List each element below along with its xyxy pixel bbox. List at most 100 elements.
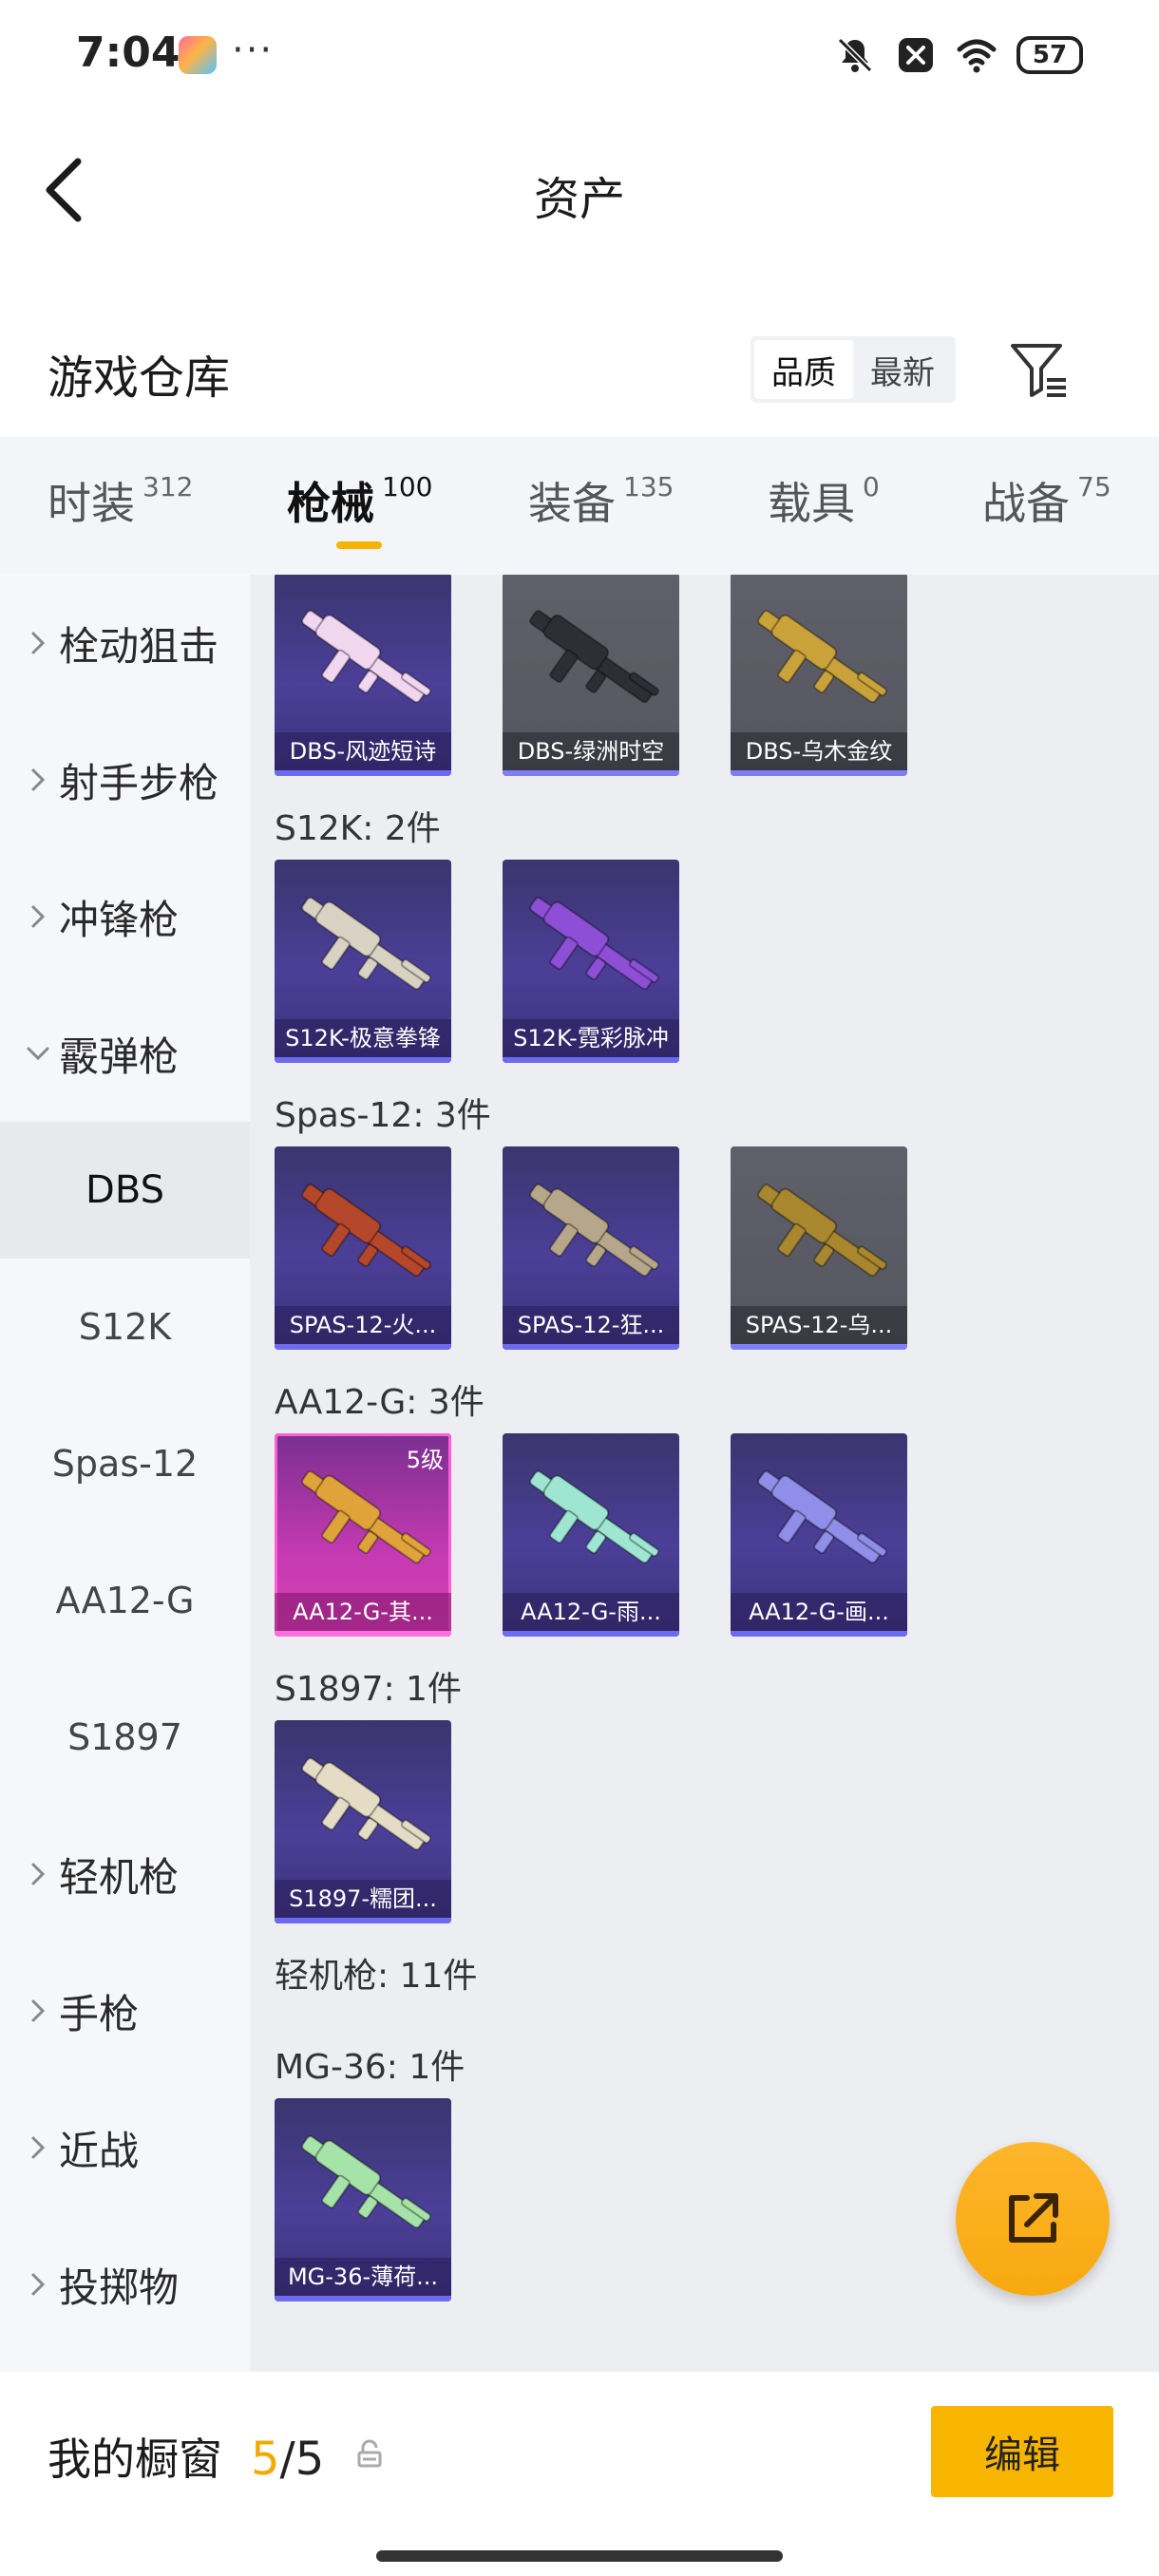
sidebar-category[interactable]: 投掷物 [0, 2216, 250, 2353]
weapon-image-icon [757, 1184, 887, 1278]
tab-fashion[interactable]: 时装 312 [48, 469, 193, 532]
app-header: 资产 [0, 114, 1159, 266]
status-time: 7:04 [76, 28, 180, 77]
weapon-skin-card[interactable]: DBS-乌木金纹 [731, 575, 907, 776]
rarity-bar [275, 2296, 451, 2301]
weapon-image-icon [301, 1757, 431, 1851]
group-title: AA12-G: 3件 [275, 1383, 484, 1422]
tab-equipment[interactable]: 装备 135 [528, 469, 674, 532]
sidebar-subitem[interactable]: S1897 [0, 1669, 250, 1806]
rarity-bar [731, 1631, 907, 1637]
weapon-skin-card[interactable]: 5级 AA12-G-其... [275, 1433, 451, 1637]
rarity-bar [731, 1344, 907, 1350]
sidebar-item-label: 栓动狙击 [59, 622, 219, 670]
weapon-skin-name: SPAS-12-火... [275, 1306, 451, 1344]
weapon-image-icon [529, 897, 659, 991]
sidebar-subitem[interactable]: DBS [0, 1122, 250, 1259]
weapon-skin-card[interactable]: SPAS-12-狂... [503, 1146, 679, 1350]
sidebar-category[interactable]: 栓动狙击 [0, 575, 250, 711]
weapon-grid[interactable]: DBS-风迹短诗 DBS-绿洲时空 DBS-乌木金纹 S12K: 2件 S12K-极意拳… [250, 575, 1159, 2372]
weapon-skin-name: DBS-风迹短诗 [275, 732, 451, 770]
tab-count: 312 [142, 471, 194, 502]
sidebar-subitem[interactable]: AA12-G [0, 1532, 250, 1669]
sidebar-item-label: 射手步枪 [59, 759, 219, 806]
weapon-skin-card[interactable]: SPAS-12-火... [275, 1146, 451, 1350]
warehouse-header: 游戏仓库 品质 最新 [0, 313, 1159, 427]
weapon-skin-card[interactable]: MG-36-薄荷... [275, 2098, 451, 2301]
weapon-image-icon [301, 897, 431, 991]
tab-count: 135 [623, 471, 674, 502]
weapon-image-icon [529, 610, 659, 704]
showcase-count-separator: / [279, 2433, 295, 2486]
sort-quality-button[interactable]: 品质 [754, 340, 853, 399]
group-title: MG-36: 1件 [275, 2048, 466, 2087]
weapon-skin-card[interactable]: DBS-风迹短诗 [275, 575, 451, 776]
rarity-bar [275, 770, 451, 776]
sidebar-category[interactable]: 近战 [0, 2079, 250, 2216]
sidebar-category[interactable]: 轻机枪 [0, 1806, 250, 1942]
share-button[interactable] [956, 2142, 1110, 2296]
weapon-skin-card[interactable]: S1897-糯团... [275, 1720, 451, 1923]
weapon-skin-card[interactable]: AA12-G-画... [731, 1433, 907, 1637]
group-title: Spas-12: 3件 [275, 1096, 491, 1135]
weapon-skin-name: S12K-极意拳锋 [275, 1019, 451, 1057]
tab-firearms[interactable]: 枪械 100 [287, 469, 432, 532]
sidebar-subitem[interactable]: Spas-12 [0, 1395, 250, 1532]
sidebar-item-label: 霰弹枪 [59, 1032, 180, 1080]
weapon-image-icon [529, 1184, 659, 1278]
page-title: 资产 [533, 173, 625, 226]
weapon-skin-card[interactable]: SPAS-12-乌... [731, 1146, 907, 1350]
weapon-skin-name: DBS-乌木金纹 [731, 732, 907, 770]
weapon-image-icon [757, 1470, 887, 1564]
status-bar: 7:04 ··· 57 [0, 0, 1159, 114]
weapon-skin-name: MG-36-薄荷... [275, 2258, 451, 2296]
tab-tactical-gear[interactable]: 战备 75 [982, 469, 1112, 532]
weapon-skin-card[interactable]: AA12-G-雨... [503, 1433, 679, 1637]
sidebar-item-label: 手枪 [59, 1990, 140, 2037]
group-title: 轻机枪: 11件 [275, 1957, 478, 1996]
tab-label: 装备 [528, 478, 616, 529]
tab-label: 载具 [768, 478, 855, 529]
weapon-image-icon [301, 610, 431, 704]
weapon-image-icon [757, 610, 887, 704]
sidebar-category[interactable]: 冲锋枪 [0, 848, 250, 985]
sidebar-subitem[interactable]: S12K [0, 1259, 250, 1395]
showcase-count-max: 5 [294, 2433, 325, 2486]
rarity-bar [731, 770, 907, 776]
weapon-skin-name: AA12-G-其... [275, 1593, 451, 1631]
chevron-down-icon [27, 1047, 49, 1061]
chevron-right-icon [31, 2136, 46, 2159]
weapon-skin-card[interactable]: S12K-霓彩脉冲 [503, 860, 679, 1063]
filter-icon[interactable] [1007, 338, 1070, 401]
group-title: S12K: 2件 [275, 809, 441, 848]
close-box-icon [899, 38, 933, 72]
active-tab-indicator [336, 541, 382, 549]
home-indicator[interactable] [376, 2550, 783, 2562]
weapon-skin-name: S12K-霓彩脉冲 [503, 1019, 679, 1057]
edit-button[interactable]: 编辑 [931, 2406, 1113, 2497]
sidebar-category[interactable]: 射手步枪 [0, 711, 250, 848]
sidebar-item-label: Spas-12 [51, 1443, 199, 1485]
chevron-right-icon [31, 1863, 46, 1885]
weapon-skin-card[interactable]: S12K-极意拳锋 [275, 860, 451, 1063]
weapon-category-sidebar: 栓动狙击射手步枪冲锋枪霰弹枪 DBS S12K Spas-12 AA12-G S1897 轻… [0, 575, 250, 2372]
showcase-title: 我的橱窗 [48, 2434, 222, 2485]
battery-icon: 57 [1016, 36, 1083, 74]
sidebar-item-label: S12K [78, 1306, 172, 1348]
sidebar-item-label: 投掷物 [59, 2263, 180, 2311]
tab-vehicles[interactable]: 载具 0 [768, 469, 880, 532]
weapon-image-icon [529, 1470, 659, 1564]
weapon-skin-name: AA12-G-雨... [503, 1593, 679, 1631]
warehouse-title: 游戏仓库 [48, 351, 231, 405]
sidebar-category[interactable]: 手枪 [0, 1942, 250, 2079]
sidebar-category[interactable]: 霰弹枪 [0, 985, 250, 1122]
chevron-right-icon [31, 632, 46, 654]
weapon-skin-card[interactable]: DBS-绿洲时空 [503, 575, 679, 776]
showcase-bar: 我的橱窗 5 / 5 编辑 [0, 2372, 1159, 2576]
sort-newest-button[interactable]: 最新 [853, 340, 952, 399]
lock-icon [357, 2439, 382, 2468]
group-title: S1897: 1件 [275, 1670, 462, 1709]
weapon-skin-name: AA12-G-画... [731, 1593, 907, 1631]
showcase-count-current: 5 [251, 2433, 280, 2486]
share-external-icon [1009, 2193, 1058, 2243]
